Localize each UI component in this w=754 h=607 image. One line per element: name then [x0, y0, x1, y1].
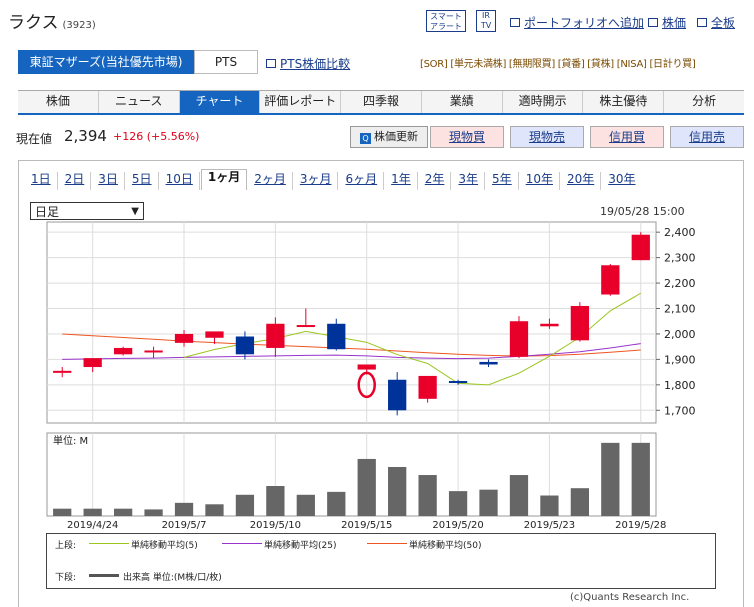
- candle-body: [174, 333, 194, 343]
- candle: [570, 302, 590, 342]
- price-axis-label: 2,300: [664, 252, 696, 265]
- date-axis-label: 2019/5/20: [432, 520, 483, 531]
- price-plot-area: [46, 221, 657, 424]
- candle: [418, 375, 437, 403]
- volume-bar: [83, 508, 102, 516]
- candle-body: [144, 350, 163, 353]
- volume-bar: [601, 442, 620, 516]
- candle-body: [509, 321, 529, 357]
- volume-plot-area: [46, 432, 657, 517]
- volume-bar: [174, 502, 194, 516]
- candle-body: [205, 331, 224, 338]
- legend-ma50: 単純移動平均(50): [409, 541, 482, 551]
- candle-body: [266, 323, 285, 348]
- candle: [113, 346, 133, 356]
- legend-ma25: 単純移動平均(25): [264, 541, 337, 551]
- candle-body: [418, 375, 437, 399]
- candle-body: [53, 370, 72, 373]
- volume-bar: [144, 509, 163, 516]
- volume-bar: [479, 489, 498, 516]
- volume-bar: [418, 475, 437, 516]
- volume-bar: [570, 488, 590, 516]
- candle-body: [540, 323, 559, 327]
- volume-bar: [296, 494, 315, 516]
- legend-ma5: 単純移動平均(5): [131, 541, 198, 551]
- candle-body: [601, 265, 620, 295]
- candle-body: [631, 234, 650, 261]
- legend-upper-label: 上段:: [55, 541, 77, 551]
- candle-body: [479, 361, 498, 365]
- volume-bar: [113, 508, 133, 516]
- price-volume-chart: 1,700 1,800 1,900 2,000 2,100 2,200 2,300 2,400…: [46, 221, 696, 531]
- candle-body: [83, 358, 102, 368]
- candle: [509, 316, 529, 359]
- date-axis-label: 2019/5/23: [524, 520, 575, 531]
- candle-body: [570, 305, 590, 341]
- date-axis-label: 2019/5/15: [341, 520, 392, 531]
- volume-unit-label: 単位: M: [53, 434, 88, 447]
- price-axis-label: 2,400: [664, 226, 696, 239]
- legend-ma50-swatch: [367, 543, 407, 544]
- price-axis-label: 1,800: [664, 379, 696, 392]
- volume-bar: [509, 475, 529, 516]
- volume-bar: [540, 495, 559, 516]
- date-axis-label: 2019/4/24: [67, 520, 118, 531]
- price-axis-label: 2,000: [664, 328, 696, 341]
- volume-bar: [266, 486, 285, 516]
- legend-ma25-swatch: [222, 543, 262, 544]
- price-axis-label: 2,200: [664, 277, 696, 290]
- price-axis-label: 2,100: [664, 303, 696, 316]
- price-axis-label: 1,900: [664, 353, 696, 366]
- volume-bar: [357, 458, 376, 516]
- copyright: (c)Quants Research Inc.: [570, 592, 690, 603]
- volume-bar: [235, 494, 255, 516]
- volume-bar: [327, 491, 346, 516]
- candle-body: [235, 336, 255, 355]
- legend-lower-label: 下段:: [55, 573, 77, 583]
- candle-body: [113, 347, 133, 355]
- date-axis-label: 2019/5/10: [250, 520, 301, 531]
- volume-bar: [53, 508, 72, 516]
- legend-volume-swatch: [89, 574, 119, 577]
- candle: [601, 263, 620, 296]
- date-axis-label: 2019/5/28: [615, 520, 666, 531]
- chart-legend: 上段: 単純移動平均(5) 単純移動平均(25) 単純移動平均(50) 下段: …: [46, 533, 716, 589]
- candle-body: [296, 325, 315, 328]
- candle: [631, 232, 650, 261]
- volume-bar: [205, 504, 224, 516]
- volume-bar: [631, 442, 650, 516]
- candle-body: [448, 381, 468, 384]
- candle-body: [388, 379, 407, 411]
- date-axis-label: 2019/5/7: [162, 520, 207, 531]
- price-axis-label: 1,700: [664, 404, 696, 417]
- candle-body: [357, 364, 376, 370]
- legend-ma5-swatch: [89, 543, 129, 544]
- volume-bar: [388, 466, 407, 516]
- legend-volume: 出来高 単位:(M株/口/枚): [123, 573, 222, 583]
- candle-body: [327, 323, 346, 350]
- volume-bar: [448, 491, 468, 516]
